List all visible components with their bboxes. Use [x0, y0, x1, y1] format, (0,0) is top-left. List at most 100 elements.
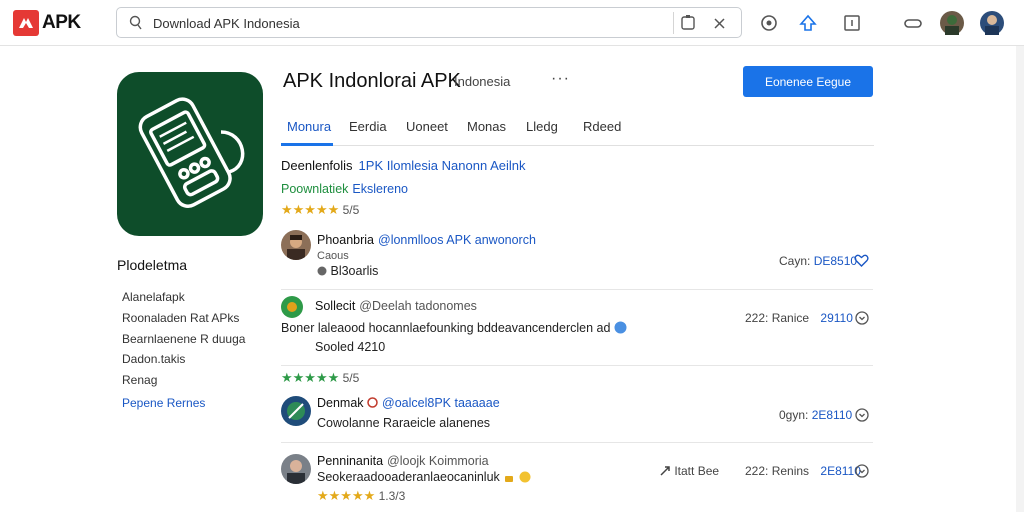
rating-value: 5/5 [342, 203, 360, 217]
app-subtitle: Indonesia [454, 74, 511, 89]
reviewer-handle[interactable]: @Deelah tadonomes [359, 299, 477, 313]
camera-icon[interactable] [680, 14, 696, 32]
review-stats-label: 0gyn: [779, 408, 809, 422]
review-count: DE8510 [813, 254, 858, 268]
review-text-value: Seokeraadooaderanlaeocaninluk [317, 470, 500, 484]
sidebar-item[interactable]: Bearnlaenene R duuga [122, 332, 245, 346]
review-stats: Cayn: DE8510 [779, 254, 857, 268]
share-icon[interactable] [659, 465, 671, 477]
reviewer-avatar[interactable] [281, 230, 311, 260]
review-extra-value: Itatt Bee [674, 464, 720, 478]
review-rating: ★★★★★ 5/5 [281, 370, 359, 386]
description-label: Deenlenfolis [281, 158, 353, 173]
top-bar: APK [0, 0, 1024, 46]
review-meta: Caous [317, 250, 349, 262]
review-count: 2E8110 [811, 408, 853, 422]
review-stats-label: 222: Renins [745, 464, 810, 478]
verified-icon [614, 321, 627, 334]
more-options-icon[interactable]: ··· [551, 70, 570, 88]
heart-icon[interactable] [854, 253, 869, 268]
clock-icon [317, 266, 327, 276]
site-logo[interactable]: APK [13, 10, 81, 36]
reviewer-avatar[interactable] [281, 396, 311, 426]
thumbs-up-icon [505, 476, 514, 482]
logo-text: APK [42, 12, 81, 33]
review-stars: ★★★★★ [281, 370, 340, 385]
search-divider [673, 12, 674, 34]
reviewer-handle[interactable]: @loojk Koimmoria [387, 454, 489, 468]
description-link[interactable]: 1PK Ilomlesia Nanonn Aeilnk [359, 158, 526, 173]
app-icon [117, 72, 263, 236]
reviewer-name[interactable]: Sollecit [315, 299, 355, 313]
review-divider [281, 365, 873, 366]
timer-icon[interactable] [758, 12, 780, 34]
search-input[interactable] [153, 13, 673, 33]
bookmark-icon[interactable] [841, 12, 863, 34]
review-rating: ★★★★★ 1.3/3 [317, 488, 405, 504]
review-text-value: Boner laleaood hocannlaefounking bddeava… [281, 321, 611, 335]
scrollbar[interactable] [1016, 46, 1024, 512]
sidebar-link[interactable]: Pepene Rernes [122, 396, 205, 410]
review-text: Boner laleaood hocannlaefounking bddeava… [281, 321, 627, 335]
review-text-value: Bl3oarlis [330, 264, 379, 278]
review-item: Denmak @oalcel8PK taaaaae Cowolanne Rara… [281, 390, 873, 444]
tab-bar: Monura Eerdia Uoneet Monas Lledg Rdeed [281, 110, 874, 146]
chevron-circle-icon[interactable] [855, 408, 869, 422]
description-line: Deenlenfolis 1PK Ilomlesia Nanonn Aeilnk [281, 158, 525, 173]
reviewer-header: Sollecit @Deelah tadonomes [315, 299, 477, 313]
app-title: APK Indonlorai APK [283, 70, 461, 92]
smile-icon [519, 471, 531, 483]
avatar[interactable] [940, 11, 964, 35]
sidebar-item[interactable]: Dadon.takis [122, 352, 185, 366]
reviewer-handle[interactable]: @lonmlloos APK anwonorch [378, 233, 536, 247]
reviewer-name[interactable]: Penninanita [317, 454, 383, 468]
rating-stars: ★★★★★ [281, 202, 340, 217]
chevron-circle-icon[interactable] [855, 311, 869, 325]
tab-lledg[interactable]: Lledg [526, 119, 558, 134]
tab-uoneet[interactable]: Uoneet [406, 119, 448, 134]
link-icon[interactable] [902, 12, 924, 34]
search-icon[interactable] [129, 15, 143, 31]
review-item: Phoanbria @lonmlloos APK anwonorch Caous … [281, 228, 873, 290]
review-stats: 0gyn: 2E8110 [779, 408, 852, 422]
tab-monura[interactable]: Monura [287, 119, 331, 134]
review-stats-label: 222: Ranice [745, 311, 810, 325]
close-icon[interactable] [712, 14, 728, 32]
sidebar-item[interactable]: Roonaladen Rat APks [122, 311, 239, 325]
active-tab-indicator [281, 143, 333, 146]
review-item: Penninanita @loojk Koimmoria Seokeraadooa… [281, 452, 873, 508]
review-stats: 222: Ranice 29110 [745, 311, 853, 325]
review-count: 29110 [820, 311, 853, 325]
tab-monas[interactable]: Monas [467, 119, 506, 134]
tab-eerdia[interactable]: Eerdia [349, 119, 387, 134]
review-stats-label: Cayn: [779, 254, 811, 268]
reviewer-handle[interactable]: @oalcel8PK taaaaae [382, 396, 500, 410]
review-text: Seokeraadooaderanlaeocaninluk [317, 470, 531, 484]
review-item: Sollecit @Deelah tadonomes Boner laleaood… [281, 290, 873, 388]
review-divider [281, 442, 873, 443]
badge-icon [367, 397, 378, 408]
review-text: Bl3oarlis [317, 264, 378, 278]
sidebar-item[interactable]: Renag [122, 373, 157, 387]
profile-avatar[interactable] [980, 11, 1004, 35]
reviewer-avatar[interactable] [281, 454, 311, 484]
reviewer-avatar[interactable] [281, 296, 303, 318]
sidebar-title: Plodeletma [117, 257, 188, 273]
search-bar[interactable] [116, 7, 742, 38]
meta-line: Poownlatiek Ekslereno [281, 182, 408, 196]
review-text: Cowolanne Raraeicle alanenes [317, 416, 491, 430]
review-stars: ★★★★★ [317, 488, 376, 503]
review-rating-value: 1.3/3 [378, 489, 406, 503]
chevron-circle-icon[interactable] [855, 464, 869, 478]
sidebar-item[interactable]: Alanelafapk [122, 290, 185, 304]
download-button[interactable]: Eonenee Eegue [743, 66, 873, 97]
reviewer-name[interactable]: Phoanbria [317, 233, 374, 247]
reviewer-name[interactable]: Denmak [317, 396, 364, 410]
reviewer-header: Penninanita @loojk Koimmoria [317, 454, 489, 468]
tab-rdeed[interactable]: Rdeed [583, 119, 621, 134]
review-stats: 222: Renins 2E8110 [745, 464, 861, 478]
android-logo-icon [13, 10, 39, 36]
puzzle-icon[interactable] [797, 12, 819, 34]
review-rating-value: 5/5 [342, 371, 360, 385]
meta-link[interactable]: Ekslereno [352, 182, 408, 196]
